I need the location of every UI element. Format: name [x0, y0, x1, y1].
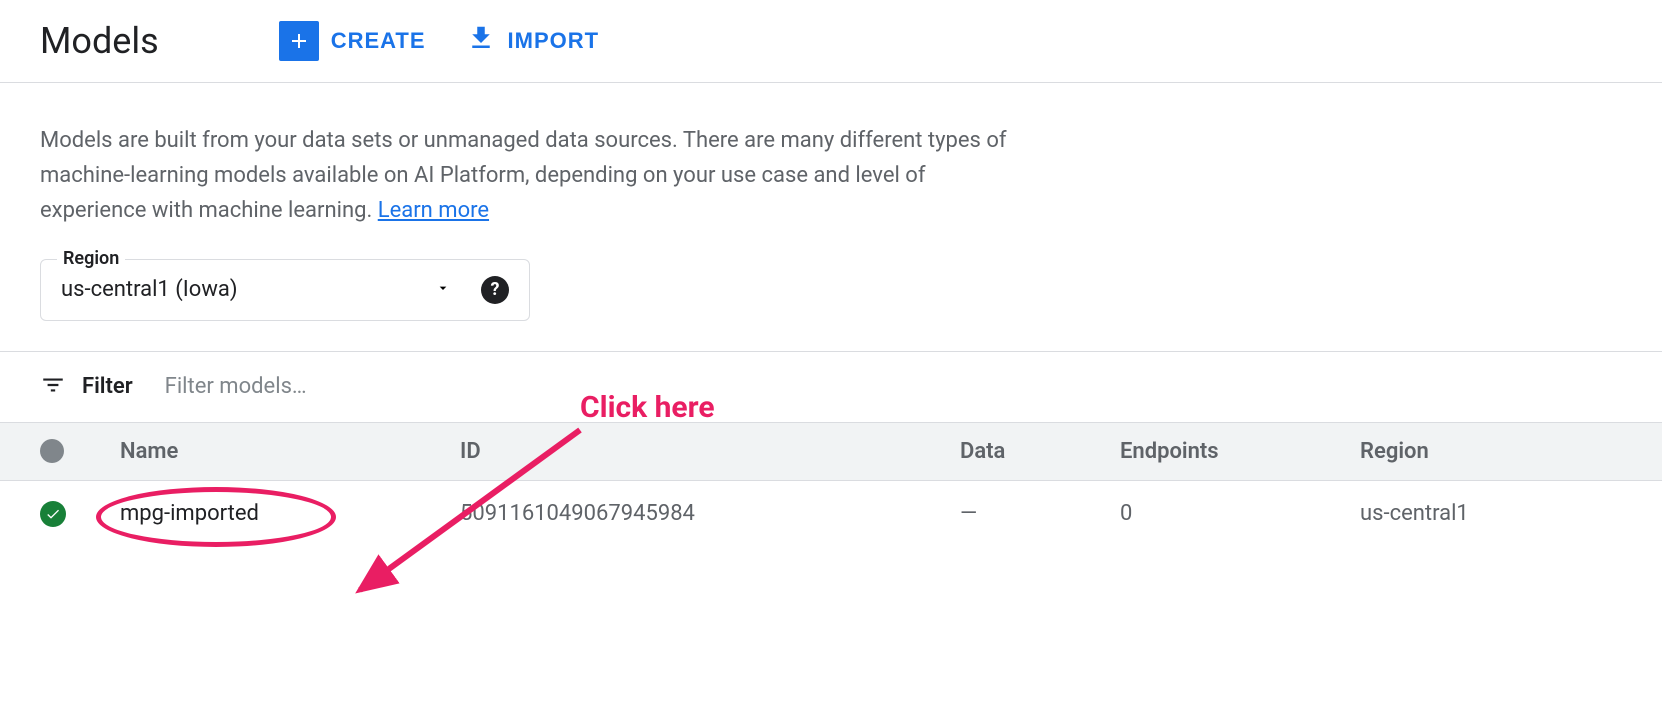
header-endpoints[interactable]: Endpoints — [1120, 439, 1360, 464]
learn-more-link[interactable]: Learn more — [378, 198, 489, 223]
filter-label: Filter — [82, 374, 133, 399]
header-name[interactable]: Name — [120, 439, 460, 464]
help-icon[interactable]: ? — [481, 276, 509, 304]
table-row[interactable]: mpg-imported 5091161049067945984 — 0 us-… — [0, 481, 1662, 547]
row-name-cell[interactable]: mpg-imported — [120, 501, 460, 526]
plus-icon — [279, 21, 319, 61]
import-button-label: IMPORT — [508, 28, 600, 54]
region-label: Region — [57, 248, 125, 269]
row-id: 5091161049067945984 — [460, 501, 960, 526]
import-icon — [466, 23, 496, 59]
chevron-down-icon — [435, 280, 451, 300]
model-name: mpg-imported — [120, 501, 259, 526]
page-header: Models CREATE IMPORT — [0, 0, 1662, 83]
create-button[interactable]: CREATE — [279, 21, 426, 61]
models-table: Name ID Data Endpoints Region mpg-import… — [0, 422, 1662, 547]
region-value: us-central1 (Iowa) — [61, 277, 435, 302]
page-title: Models — [40, 20, 159, 62]
row-region: us-central1 — [1360, 501, 1560, 526]
filter-bar[interactable]: Filter Filter models… — [0, 351, 1662, 422]
table-header: Name ID Data Endpoints Region — [0, 422, 1662, 481]
row-status — [40, 501, 120, 527]
header-region[interactable]: Region — [1360, 439, 1560, 464]
filter-icon — [40, 372, 66, 402]
checkmark-icon — [40, 501, 66, 527]
region-select[interactable]: Region us-central1 (Iowa) ? — [40, 259, 530, 321]
description-text: Models are built from your data sets or … — [0, 83, 1050, 259]
header-status — [40, 439, 120, 463]
header-data[interactable]: Data — [960, 439, 1120, 464]
header-id[interactable]: ID — [460, 439, 960, 464]
row-endpoints: 0 — [1120, 501, 1360, 526]
status-dot-icon — [40, 439, 64, 463]
import-button[interactable]: IMPORT — [466, 23, 600, 59]
create-button-label: CREATE — [331, 28, 426, 54]
filter-placeholder: Filter models… — [165, 374, 307, 399]
row-data: — — [960, 501, 1120, 526]
